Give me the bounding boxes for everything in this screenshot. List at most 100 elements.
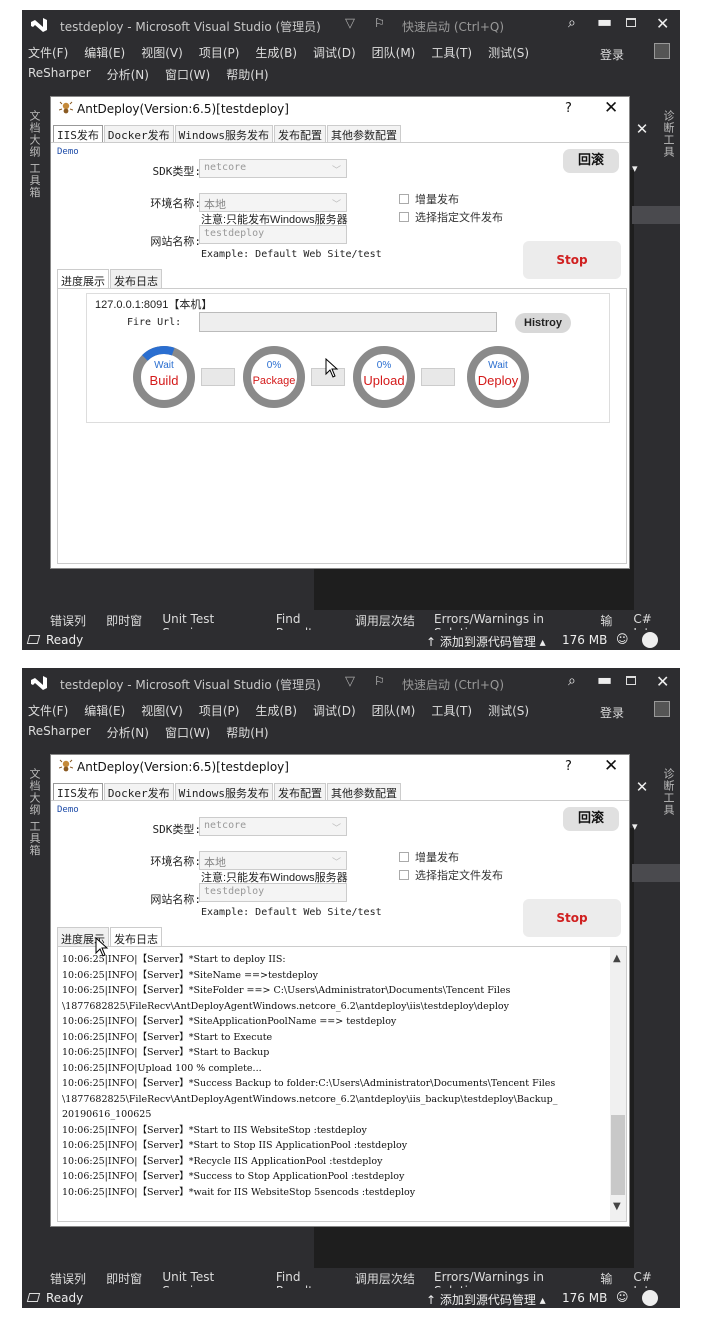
stop-button[interactable]: Stop xyxy=(523,899,621,937)
tab-progress[interactable]: 进度展示 xyxy=(57,269,109,288)
scroll-up-icon[interactable]: ▲ xyxy=(613,953,621,964)
menu-item[interactable]: 团队(M) xyxy=(372,702,416,720)
minimize-button[interactable]: ▬ xyxy=(597,12,612,31)
tab-publish-log[interactable]: 发布日志 xyxy=(110,927,162,946)
tool-window-close-icon[interactable]: ✕ xyxy=(632,120,652,138)
select-files-checkbox[interactable]: 选择指定文件发布 xyxy=(399,209,503,225)
notifications-icon[interactable] xyxy=(642,632,658,648)
dialog-tab[interactable]: 其他参数配置 xyxy=(326,125,401,142)
bottom-tab[interactable]: 输出 xyxy=(600,612,623,645)
menu-item[interactable]: 测试(S) xyxy=(488,702,529,720)
menu-item[interactable]: 测试(S) xyxy=(488,44,529,62)
help-button[interactable]: ? xyxy=(565,759,572,774)
checkbox-box[interactable] xyxy=(399,870,409,880)
add-to-source-control-button[interactable]: ↑ 添加到源代码管理 ▴ xyxy=(426,633,546,650)
select-files-checkbox[interactable]: 选择指定文件发布 xyxy=(399,867,503,883)
bottom-tab[interactable]: Unit Test Sessions xyxy=(162,612,266,640)
maximize-button[interactable] xyxy=(626,18,636,27)
menu-item[interactable]: 窗口(W) xyxy=(165,66,210,84)
sign-in-link[interactable]: 登录 xyxy=(600,46,624,63)
notifications-icon[interactable] xyxy=(642,1290,658,1306)
menu-item[interactable]: ReSharper xyxy=(28,724,91,742)
menu-item[interactable]: 窗口(W) xyxy=(165,724,210,742)
bottom-tab[interactable]: Errors/Warnings in Solution xyxy=(434,1270,590,1298)
window-close-button[interactable]: ✕ xyxy=(656,14,669,33)
rollback-button[interactable]: 回滚 xyxy=(563,149,619,173)
dialog-close-button[interactable]: ✕ xyxy=(604,756,618,776)
right-tool-tabs[interactable]: 诊断工具 xyxy=(660,768,676,816)
dropdown-icon[interactable]: ▾ xyxy=(632,162,638,175)
menu-item[interactable]: 工具(T) xyxy=(431,702,472,720)
maximize-button[interactable] xyxy=(626,676,636,685)
filter-icon[interactable]: ▽ xyxy=(345,674,355,689)
fire-url-input[interactable] xyxy=(199,312,497,332)
incremental-checkbox[interactable]: 增量发布 xyxy=(399,191,459,207)
tool-window-close-icon[interactable]: ✕ xyxy=(632,778,652,796)
sign-in-link[interactable]: 登录 xyxy=(600,704,624,721)
notification-flag-icon[interactable]: ⚐ xyxy=(374,16,385,30)
site-name-input[interactable]: testdeploy xyxy=(199,225,347,244)
menu-item[interactable]: 生成(B) xyxy=(255,702,297,720)
window-close-button[interactable]: ✕ xyxy=(656,672,669,691)
bottom-tab[interactable]: 错误列表 xyxy=(50,1270,96,1303)
bottom-tab[interactable]: 调用层次结构 xyxy=(355,612,424,645)
dialog-tab[interactable]: Docker发布 xyxy=(103,125,174,142)
add-to-source-control-button[interactable]: ↑ 添加到源代码管理 ▴ xyxy=(426,1291,546,1308)
dialog-tab[interactable]: Docker发布 xyxy=(103,783,174,800)
menu-item[interactable]: 编辑(E) xyxy=(84,702,125,720)
menu-item[interactable]: 项目(P) xyxy=(199,44,240,62)
notification-flag-icon[interactable]: ⚐ xyxy=(374,674,385,688)
incremental-checkbox[interactable]: 增量发布 xyxy=(399,849,459,865)
help-button[interactable]: ? xyxy=(565,101,572,116)
sdk-type-select[interactable]: netcore ﹀ xyxy=(199,817,347,836)
tab-publish-log[interactable]: 发布日志 xyxy=(110,269,162,288)
minimize-button[interactable]: ▬ xyxy=(597,670,612,689)
feedback-icon[interactable]: ☺ xyxy=(616,1290,629,1304)
dialog-tab[interactable]: Windows服务发布 xyxy=(174,125,273,142)
bottom-tab[interactable]: Find Results xyxy=(276,612,345,640)
right-tool-tabs[interactable]: 诊断工具 xyxy=(660,110,676,158)
left-tool-tabs[interactable]: 文档大纲 工具箱 xyxy=(26,768,42,857)
site-name-input[interactable]: testdeploy xyxy=(199,883,347,902)
menu-item[interactable]: 调试(D) xyxy=(313,702,356,720)
bottom-tab[interactable]: 调用层次结构 xyxy=(355,1270,424,1303)
dialog-tab[interactable]: Windows服务发布 xyxy=(174,783,273,800)
feedback-icon[interactable]: ☺ xyxy=(616,632,629,646)
history-button[interactable]: Histroy xyxy=(515,313,571,333)
dropdown-icon[interactable]: ▾ xyxy=(632,820,638,833)
bottom-tab[interactable]: Find Results xyxy=(276,1270,345,1298)
menu-item[interactable]: 文件(F) xyxy=(28,44,68,62)
bottom-tab[interactable]: C# Int xyxy=(633,1270,670,1298)
dialog-tab[interactable]: IIS发布 xyxy=(53,125,103,142)
filter-icon[interactable]: ▽ xyxy=(345,16,355,31)
dialog-tab[interactable]: 发布配置 xyxy=(273,125,326,142)
bottom-tab[interactable]: 即时窗口 xyxy=(106,1270,152,1303)
bottom-tab[interactable]: Errors/Warnings in Solution xyxy=(434,612,590,640)
scroll-down-icon[interactable]: ▼ xyxy=(613,1201,621,1212)
menu-item[interactable]: 工具(T) xyxy=(431,44,472,62)
account-icon[interactable] xyxy=(654,701,670,717)
menu-item[interactable]: 文件(F) xyxy=(28,702,68,720)
dialog-tab[interactable]: 其他参数配置 xyxy=(326,783,401,800)
quick-launch-input[interactable]: 快速启动 (Ctrl+Q) xyxy=(402,18,504,35)
left-tool-tabs[interactable]: 文档大纲 工具箱 xyxy=(26,110,42,199)
menu-item[interactable]: 视图(V) xyxy=(141,44,183,62)
menu-item[interactable]: 团队(M) xyxy=(372,44,416,62)
menu-item[interactable]: 编辑(E) xyxy=(84,44,125,62)
menu-item[interactable]: 分析(N) xyxy=(107,66,149,84)
menu-item[interactable]: 帮助(H) xyxy=(226,66,268,84)
quick-launch-input[interactable]: 快速启动 (Ctrl+Q) xyxy=(402,676,504,693)
stop-button[interactable]: Stop xyxy=(523,241,621,279)
checkbox-box[interactable] xyxy=(399,852,409,862)
menu-item[interactable]: 视图(V) xyxy=(141,702,183,720)
menu-item[interactable]: ReSharper xyxy=(28,66,91,84)
search-icon[interactable]: ⌕ xyxy=(568,15,576,31)
menu-item[interactable]: 帮助(H) xyxy=(226,724,268,742)
account-icon[interactable] xyxy=(654,43,670,59)
checkbox-box[interactable] xyxy=(399,194,409,204)
menu-item[interactable]: 调试(D) xyxy=(313,44,356,62)
dialog-tab[interactable]: IIS发布 xyxy=(53,783,103,800)
bottom-tab[interactable]: C# Int xyxy=(633,612,670,640)
environment-select[interactable]: 本地 ﹀ xyxy=(199,851,347,870)
rollback-button[interactable]: 回滚 xyxy=(563,807,619,831)
